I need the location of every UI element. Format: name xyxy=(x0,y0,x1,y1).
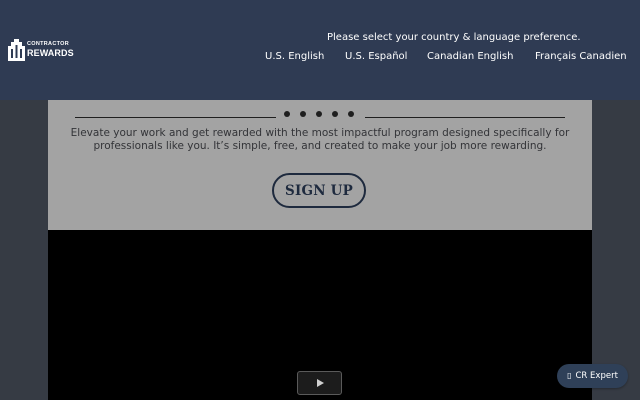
chat-icon: ▯ xyxy=(567,371,572,380)
language-selection-overlay: CONTRACTOR REWARDS Please select your co… xyxy=(0,0,640,100)
cr-expert-chat-button[interactable]: ▯ CR Expert xyxy=(557,364,628,388)
divider-right xyxy=(365,117,565,118)
language-options: U.S. English U.S. Español Canadian Engli… xyxy=(0,49,640,65)
language-us-english[interactable]: U.S. English xyxy=(265,49,324,65)
language-francais-canadien[interactable]: Français Canadien xyxy=(535,49,627,65)
dot xyxy=(300,111,306,117)
video-player[interactable] xyxy=(48,230,592,400)
intro-text: Elevate your work and get rewarded with … xyxy=(70,127,570,152)
sign-up-button[interactable]: SIGN UP xyxy=(272,173,366,208)
chat-label: CR Expert xyxy=(575,371,618,381)
play-button[interactable] xyxy=(297,371,342,395)
dot xyxy=(284,111,290,117)
dot xyxy=(316,111,322,117)
logo-line1: CONTRACTOR xyxy=(27,41,70,48)
language-canadian-english[interactable]: Canadian English xyxy=(427,49,513,65)
language-us-espanol[interactable]: U.S. Español xyxy=(345,49,407,65)
divider-dots xyxy=(284,111,354,117)
language-prompt: Please select your country & language pr… xyxy=(327,32,581,43)
dot xyxy=(332,111,338,117)
intro-section: Elevate your work and get rewarded with … xyxy=(48,100,592,230)
play-icon xyxy=(317,379,324,387)
dot xyxy=(348,111,354,117)
divider-left xyxy=(75,117,276,118)
